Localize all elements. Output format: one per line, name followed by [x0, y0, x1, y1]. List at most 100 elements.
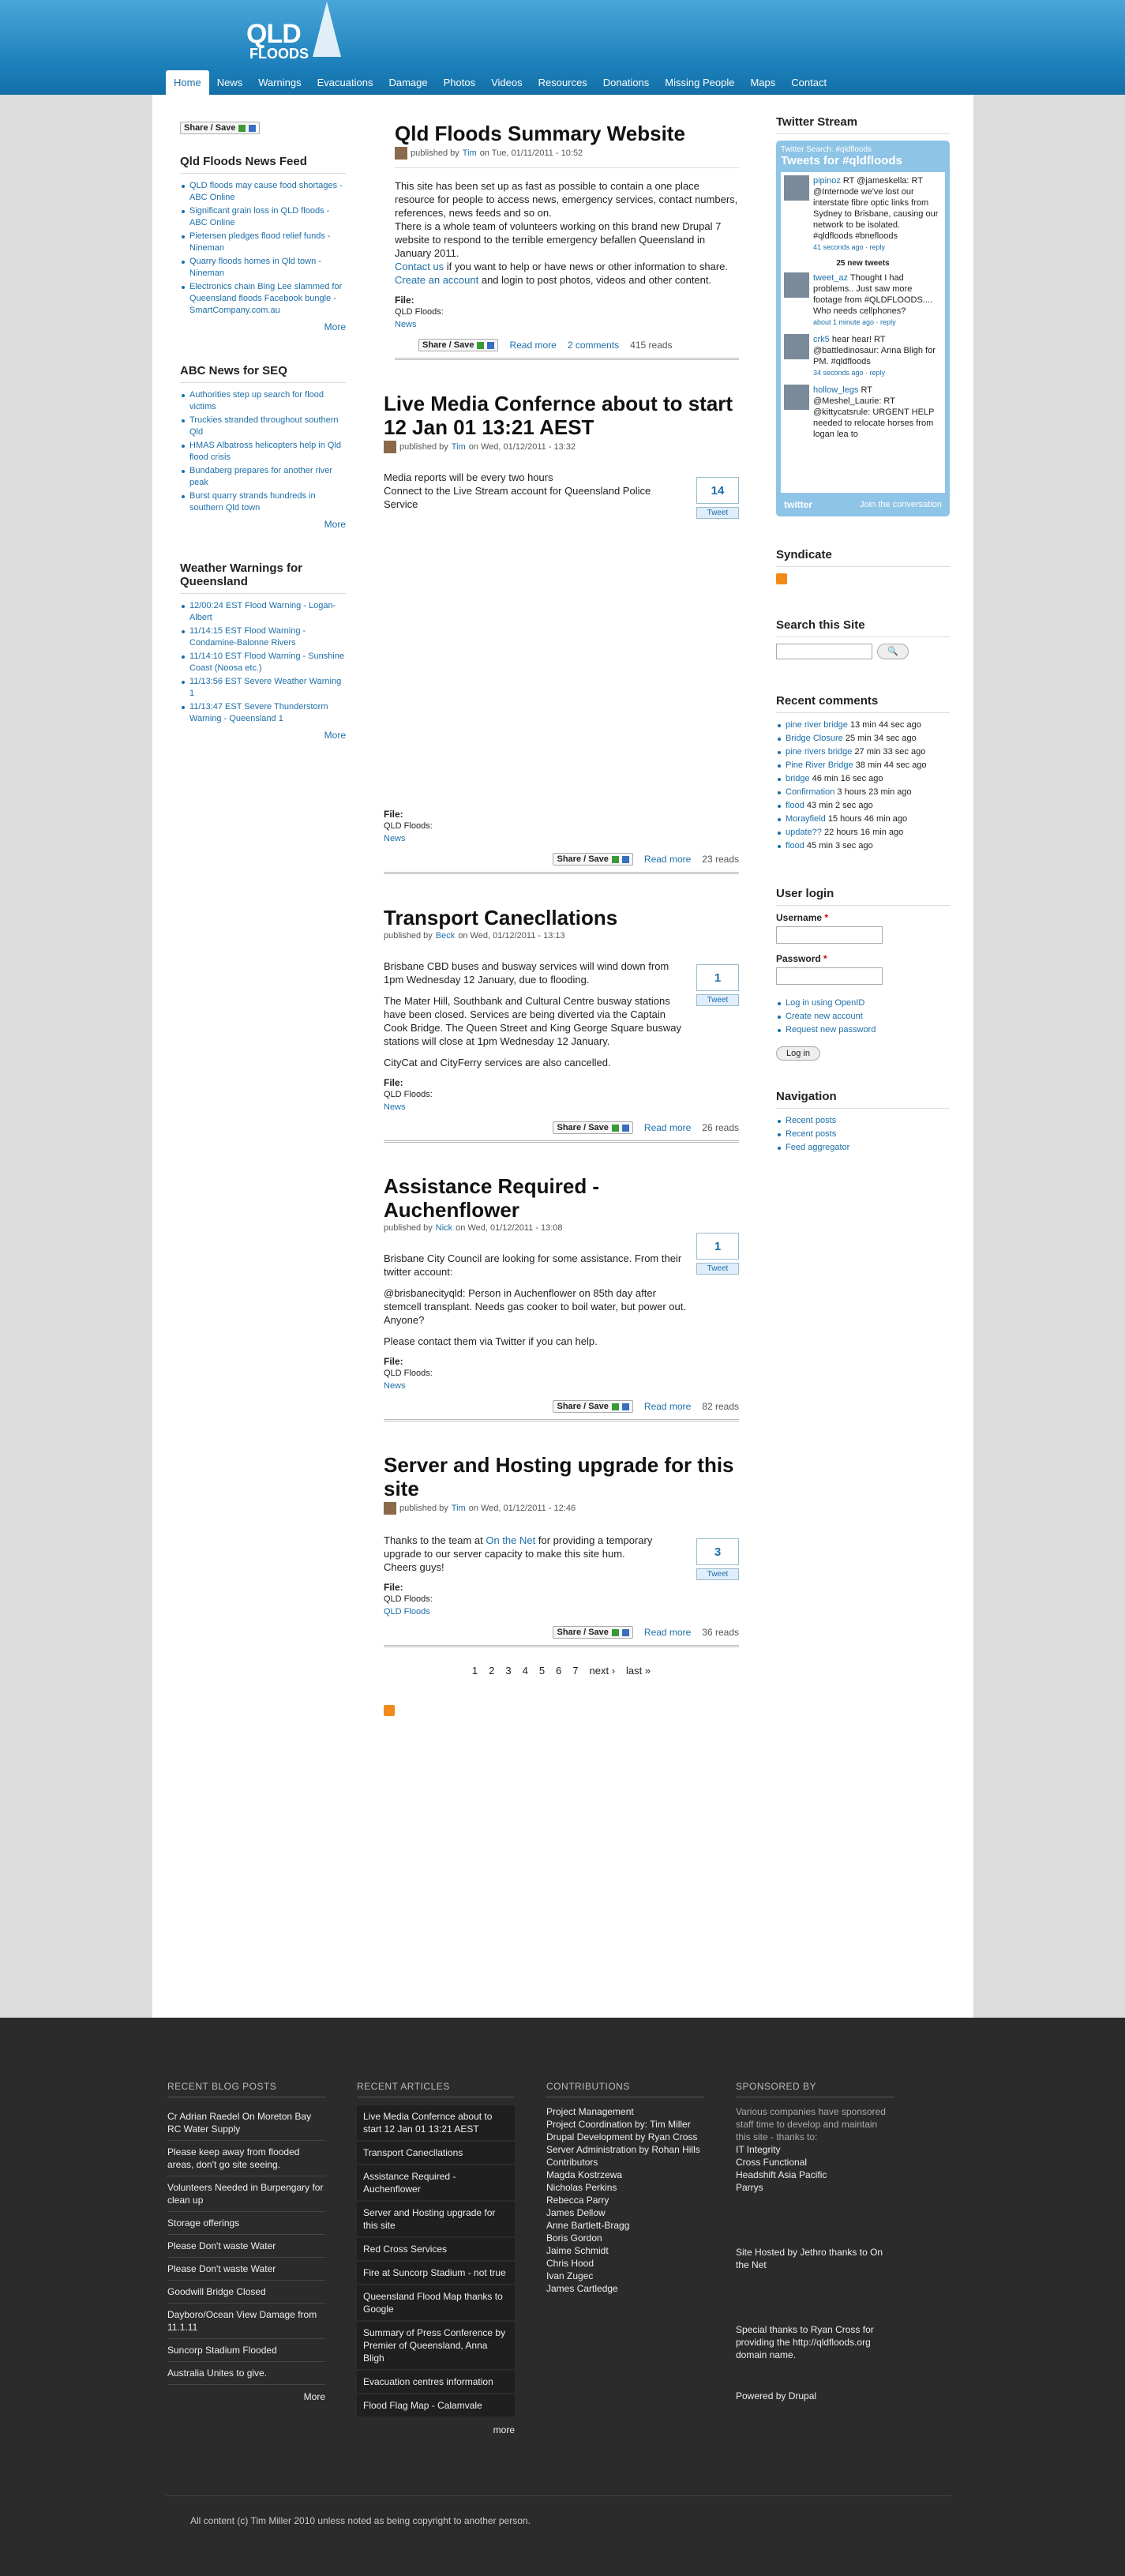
comment-link[interactable]: Pine River Bridge [786, 760, 853, 770]
tweet-user[interactable]: crk5 [813, 335, 830, 344]
read-more-link[interactable]: Read more [644, 1122, 691, 1133]
nav-warnings[interactable]: Warnings [250, 70, 309, 95]
feed-item[interactable]: Pietersen pledges flood relief funds - N… [189, 231, 331, 253]
comment-link[interactable]: update?? [786, 828, 822, 837]
author-link[interactable]: Tim [452, 442, 466, 452]
nav-donations[interactable]: Donations [595, 70, 658, 95]
password-field[interactable] [776, 967, 883, 985]
rss-feed-icon[interactable] [384, 1705, 395, 1716]
nav-photos[interactable]: Photos [436, 70, 483, 95]
nav-link[interactable]: Recent posts [786, 1129, 836, 1139]
feed-item[interactable]: Burst quarry strands hundreds in souther… [189, 491, 316, 513]
footer-link[interactable]: Summary of Press Conference by Premier o… [363, 2327, 505, 2364]
footer-link[interactable]: Suncorp Stadium Flooded [167, 2345, 277, 2356]
author-link[interactable]: Nick [436, 1223, 452, 1233]
footer-link[interactable]: Volunteers Needed in Burpengary for clea… [167, 2182, 323, 2206]
more-link[interactable]: More [304, 2391, 325, 2402]
pager-page[interactable]: 3 [505, 1665, 511, 1677]
feed-item[interactable]: Authorities step up search for flood vic… [189, 390, 324, 411]
nav-damage[interactable]: Damage [381, 70, 435, 95]
footer-link[interactable]: Assistance Required - Auchenflower [363, 2171, 456, 2195]
post-title[interactable]: Live Media Confernce about to start 12 J… [384, 392, 733, 439]
new-tweets-notice[interactable]: 25 new tweets [784, 259, 942, 268]
tweet-button[interactable]: Tweet [696, 994, 739, 1006]
author-link[interactable]: Tim [463, 148, 477, 158]
tweet-user[interactable]: tweet_az [813, 273, 848, 283]
footer-link[interactable]: Cr Adrian Raedel On Moreton Bay RC Water… [167, 2111, 311, 2135]
tweet-time[interactable]: about 1 minute ago · reply [813, 317, 942, 328]
read-more-link[interactable]: Read more [644, 1401, 691, 1412]
request-password-link[interactable]: Request new password [786, 1025, 876, 1035]
footer-link[interactable]: Storage offerings [167, 2217, 239, 2229]
footer-link[interactable]: Dayboro/Ocean View Damage from 11.1.11 [167, 2309, 317, 2333]
create-account-link[interactable]: Create an account [395, 274, 478, 286]
feed-item[interactable]: HMAS Albatross helicopters help in Qld f… [189, 441, 341, 462]
feed-item[interactable]: QLD floods may cause food shortages - AB… [189, 181, 343, 202]
post-title[interactable]: Server and Hosting upgrade for this site [384, 1453, 734, 1500]
more-link[interactable]: More [324, 321, 346, 332]
pager-page[interactable]: 2 [489, 1665, 494, 1677]
footer-link[interactable]: Evacuation centres information [363, 2376, 493, 2387]
tweet-button[interactable]: Tweet [696, 1568, 739, 1580]
feed-item[interactable]: 11/13:47 EST Severe Thunderstorm Warning… [189, 702, 328, 723]
comment-link[interactable]: Confirmation [786, 787, 834, 797]
footer-link[interactable]: Live Media Confernce about to start 12 J… [363, 2111, 492, 2135]
tag-link[interactable]: News [395, 320, 417, 329]
share-save-button[interactable]: Share / Save [418, 339, 499, 351]
pager-page[interactable]: 4 [523, 1665, 528, 1677]
nav-news[interactable]: News [209, 70, 251, 95]
comment-link[interactable]: bridge [786, 774, 810, 783]
pager-page[interactable]: 1 [472, 1665, 478, 1677]
read-more-link[interactable]: Read more [644, 854, 691, 865]
pager-page[interactable]: 7 [572, 1665, 578, 1677]
footer-link[interactable]: Please keep away from flooded areas, don… [167, 2146, 299, 2170]
tweet-time[interactable]: 41 seconds ago · reply [813, 242, 942, 253]
feed-item[interactable]: Significant grain loss in QLD floods - A… [189, 206, 329, 227]
join-conversation-link[interactable]: Join the conversation [860, 500, 942, 509]
more-link[interactable]: More [324, 730, 346, 741]
feed-item[interactable]: Electronics chain Bing Lee slammed for Q… [189, 282, 342, 315]
read-more-link[interactable]: Read more [644, 1627, 691, 1638]
tag-link[interactable]: News [384, 1102, 406, 1112]
footer-link[interactable]: Goodwill Bridge Closed [167, 2286, 266, 2297]
username-field[interactable] [776, 926, 883, 944]
footer-link[interactable]: Please Don't waste Water [167, 2263, 276, 2274]
feed-item[interactable]: Bundaberg prepares for another river pea… [189, 466, 332, 487]
share-save-button[interactable]: Share / Save [180, 122, 261, 134]
share-save-button[interactable]: Share / Save [553, 853, 633, 866]
pager-page[interactable]: 5 [539, 1665, 545, 1677]
create-account-link[interactable]: Create new account [786, 1012, 863, 1021]
share-save-button[interactable]: Share / Save [553, 1626, 633, 1639]
feed-item[interactable]: 11/14:10 EST Flood Warning - Sunshine Co… [189, 652, 344, 673]
footer-link[interactable]: Transport Canecllations [363, 2147, 463, 2158]
share-save-button[interactable]: Share / Save [553, 1400, 633, 1413]
nav-link[interactable]: Recent posts [786, 1116, 836, 1125]
author-link[interactable]: Tim [452, 1504, 466, 1513]
footer-link[interactable]: Queensland Flood Map thanks to Google [363, 2291, 503, 2315]
footer-link[interactable]: Please Don't waste Water [167, 2240, 276, 2251]
nav-resources[interactable]: Resources [531, 70, 595, 95]
comment-link[interactable]: flood [786, 841, 804, 851]
feed-item[interactable]: 12/00:24 EST Flood Warning - Logan-Alber… [189, 601, 336, 622]
nav-videos[interactable]: Videos [483, 70, 531, 95]
footer-link[interactable]: Australia Unites to give. [167, 2368, 267, 2379]
tag-link[interactable]: News [384, 1381, 406, 1391]
comment-link[interactable]: pine rivers bridge [786, 747, 852, 757]
nav-maps[interactable]: Maps [742, 70, 783, 95]
pager-last[interactable]: last » [626, 1665, 651, 1677]
feed-item[interactable]: Truckies stranded throughout southern Ql… [189, 415, 339, 437]
share-save-button[interactable]: Share / Save [553, 1121, 633, 1134]
footer-link[interactable]: Red Cross Services [363, 2244, 447, 2255]
more-link[interactable]: More [324, 519, 346, 530]
comment-link[interactable]: Morayfield [786, 814, 826, 824]
tweet-button[interactable]: Tweet [696, 507, 739, 519]
site-logo[interactable]: QLD FLOODS [246, 2, 357, 68]
login-button[interactable]: Log in [776, 1046, 820, 1061]
twitter-logo-icon[interactable]: twitter [784, 499, 812, 510]
footer-link[interactable]: Server and Hosting upgrade for this site [363, 2207, 495, 2231]
nav-missing-people[interactable]: Missing People [657, 70, 742, 95]
tag-link[interactable]: QLD Floods [384, 1607, 430, 1617]
contact-us-link[interactable]: Contact us [395, 261, 444, 272]
tweet-user[interactable]: hollow_legs [813, 385, 858, 395]
search-button[interactable]: 🔍 [877, 644, 909, 659]
